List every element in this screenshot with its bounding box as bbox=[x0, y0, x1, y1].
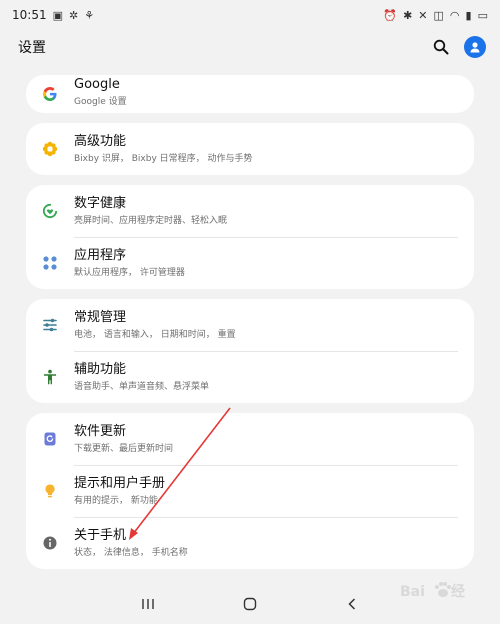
item-title: 软件更新 bbox=[74, 423, 127, 439]
status-left: 10:51 ▣ ✲ ⚘ bbox=[12, 8, 94, 22]
baidu-watermark-logo: Bai 经 bbox=[400, 578, 470, 606]
item-subtitle: 电池， 语言和输入， 日期和时间， 重置 bbox=[74, 329, 236, 340]
back-icon bbox=[348, 598, 356, 610]
item-subtitle: Google 设置 bbox=[74, 96, 127, 107]
signal-icon: ▮ bbox=[465, 8, 472, 22]
header-actions bbox=[428, 34, 486, 60]
sliders-icon bbox=[26, 317, 74, 333]
accessibility-person-icon bbox=[26, 369, 74, 385]
nfc-icon: ◫ bbox=[433, 8, 444, 22]
item-subtitle: 亮屏时间、应用程序定时器、轻松入眠 bbox=[74, 215, 228, 226]
pinwheel-notification-icon: ✲ bbox=[69, 8, 79, 22]
item-subtitle: 默认应用程序， 许可管理器 bbox=[74, 267, 185, 278]
settings-card-wellbeing-apps: 数字健康 亮屏时间、应用程序定时器、轻松入眠 应用程序 默认应用程序， 许可管理… bbox=[26, 185, 474, 289]
bluetooth-icon: ✱ bbox=[403, 8, 413, 22]
status-bar: 10:51 ▣ ✲ ⚘ ⏰ ✱ ✕ ◫ ◠ ▮ ▭ bbox=[0, 0, 500, 30]
svg-text:Bai: Bai bbox=[400, 584, 425, 600]
item-title: 高级功能 bbox=[74, 133, 127, 149]
item-texts: 关于手机 状态， 法律信息， 手机名称 bbox=[74, 528, 188, 559]
google-g-icon bbox=[26, 86, 74, 102]
search-icon bbox=[433, 39, 449, 55]
page-title: 设置 bbox=[18, 40, 46, 56]
settings-card-advanced: 高级功能 Bixby 识屏， Bixby 日常程序， 动作与手势 bbox=[26, 123, 474, 175]
settings-list: Google Google 设置 高级功能 Bixby 识屏， Bixby 日常… bbox=[26, 75, 474, 579]
wellbeing-heart-icon bbox=[26, 203, 74, 219]
settings-card-general-accessibility: 常规管理 电池， 语言和输入， 日期和时间， 重置 辅助功能 语音助手、单声道音… bbox=[26, 299, 474, 403]
home-button[interactable] bbox=[238, 594, 262, 614]
item-texts: 辅助功能 语音助手、单声道音频、悬浮菜单 bbox=[74, 362, 209, 393]
status-time: 10:51 bbox=[12, 8, 47, 22]
lightbulb-icon bbox=[26, 483, 74, 499]
apps-dots-icon bbox=[26, 255, 74, 271]
settings-item-google[interactable]: Google Google 设置 bbox=[26, 75, 474, 113]
settings-item-about[interactable]: 关于手机 状态， 法律信息， 手机名称 bbox=[26, 517, 474, 569]
account-button[interactable] bbox=[464, 36, 486, 58]
settings-card-google: Google Google 设置 bbox=[26, 75, 474, 113]
item-subtitle: 下载更新、最后更新时间 bbox=[74, 443, 174, 454]
app-header: 设置 bbox=[0, 30, 500, 64]
item-texts: 软件更新 下载更新、最后更新时间 bbox=[74, 424, 173, 455]
item-title: 常规管理 bbox=[74, 309, 127, 325]
item-texts: 应用程序 默认应用程序， 许可管理器 bbox=[74, 248, 185, 279]
status-right: ⏰ ✱ ✕ ◫ ◠ ▮ ▭ bbox=[383, 9, 488, 22]
settings-item-software-update[interactable]: 软件更新 下载更新、最后更新时间 bbox=[26, 413, 474, 465]
item-title: 数字健康 bbox=[74, 195, 127, 211]
settings-item-accessibility[interactable]: 辅助功能 语音助手、单声道音频、悬浮菜单 bbox=[26, 351, 474, 403]
recents-button[interactable] bbox=[136, 594, 160, 614]
mute-icon: ✕ bbox=[418, 8, 428, 22]
item-title: 关于手机 bbox=[74, 527, 127, 543]
app-notification-icon: ⚘ bbox=[84, 8, 95, 22]
item-subtitle: 状态， 法律信息， 手机名称 bbox=[74, 547, 188, 558]
settings-item-apps[interactable]: 应用程序 默认应用程序， 许可管理器 bbox=[26, 237, 474, 289]
account-icon bbox=[470, 42, 480, 53]
battery-icon: ▭ bbox=[477, 8, 488, 22]
item-texts: 提示和用户手册 有用的提示， 新功能 bbox=[74, 476, 165, 507]
gallery-notification-icon: ▣ bbox=[52, 8, 63, 22]
wifi-icon: ◠ bbox=[449, 8, 460, 22]
settings-card-system: 软件更新 下载更新、最后更新时间 提示和用户手册 有用的提示， 新功能 关于手机… bbox=[26, 413, 474, 569]
item-title: Google bbox=[74, 76, 120, 92]
item-title: 辅助功能 bbox=[74, 361, 127, 377]
home-icon bbox=[243, 597, 257, 611]
item-texts: 高级功能 Bixby 识屏， Bixby 日常程序， 动作与手势 bbox=[74, 134, 253, 165]
gear-flower-icon bbox=[26, 141, 74, 157]
info-icon bbox=[26, 535, 74, 551]
back-button[interactable] bbox=[340, 594, 364, 614]
item-subtitle: 有用的提示， 新功能 bbox=[74, 495, 158, 506]
search-button[interactable] bbox=[428, 34, 454, 60]
item-title: 应用程序 bbox=[74, 247, 127, 263]
svg-text:经: 经 bbox=[451, 583, 465, 600]
item-texts: Google Google 设置 bbox=[74, 77, 127, 108]
item-title: 提示和用户手册 bbox=[74, 475, 166, 491]
settings-item-digital-wellbeing[interactable]: 数字健康 亮屏时间、应用程序定时器、轻松入眠 bbox=[26, 185, 474, 237]
settings-item-advanced[interactable]: 高级功能 Bixby 识屏， Bixby 日常程序， 动作与手势 bbox=[26, 123, 474, 175]
item-subtitle: Bixby 识屏， Bixby 日常程序， 动作与手势 bbox=[74, 153, 253, 164]
item-texts: 常规管理 电池， 语言和输入， 日期和时间， 重置 bbox=[74, 310, 236, 341]
item-subtitle: 语音助手、单声道音频、悬浮菜单 bbox=[74, 381, 210, 392]
settings-item-tips[interactable]: 提示和用户手册 有用的提示， 新功能 bbox=[26, 465, 474, 517]
update-icon bbox=[26, 431, 74, 447]
item-texts: 数字健康 亮屏时间、应用程序定时器、轻松入眠 bbox=[74, 196, 227, 227]
settings-item-general[interactable]: 常规管理 电池， 语言和输入， 日期和时间， 重置 bbox=[26, 299, 474, 351]
alarm-icon: ⏰ bbox=[383, 8, 398, 22]
recents-icon bbox=[142, 599, 154, 609]
